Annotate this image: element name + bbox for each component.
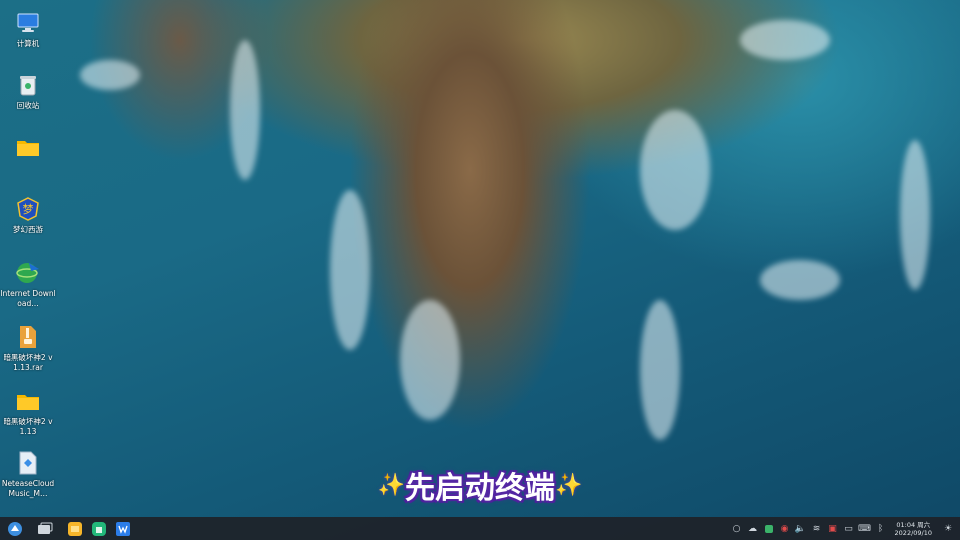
desktop-icon-label: NeteaseCloudMusic_M…: [1, 479, 55, 498]
clock-time: 01:04 周六: [896, 520, 931, 529]
screenshot-icon[interactable]: ▣: [825, 521, 841, 537]
desktop-icon-label: 回收站: [16, 101, 40, 110]
svg-text:梦: 梦: [23, 203, 34, 216]
search-icon[interactable]: ○: [729, 521, 745, 537]
brightness-icon[interactable]: ☀: [940, 521, 956, 537]
taskbar: ○ ☁ ◉ 🔈 ≋ ▣ ▭ ⌨ ᛒ 01:04 周六 2022/09/10 ☀: [0, 517, 960, 540]
desktop-icon-label: 计算机: [16, 39, 40, 48]
keyboard-icon[interactable]: ⌨: [857, 521, 873, 537]
bluetooth-icon[interactable]: ᛒ: [873, 521, 889, 537]
clock-date: 2022/09/10: [894, 528, 932, 537]
idm-icon: [15, 260, 41, 286]
clock[interactable]: 01:04 周六 2022/09/10: [895, 521, 932, 537]
writer-icon: [116, 521, 130, 536]
wifi-icon[interactable]: ≋: [809, 521, 825, 537]
launcher-icon: [8, 521, 22, 536]
record-icon[interactable]: ◉: [777, 521, 793, 537]
volume-icon[interactable]: 🔈: [793, 521, 809, 537]
cloud-icon[interactable]: ☁: [745, 521, 761, 537]
desktop-icon-folder[interactable]: [0, 134, 56, 163]
computer-icon: [15, 10, 41, 36]
desktop-icon-archive[interactable]: 暗黑破坏神2 v1.13.rar: [0, 324, 56, 373]
file-manager-button[interactable]: [64, 518, 86, 540]
multitask-view-icon: [38, 522, 53, 534]
launcher-button[interactable]: [4, 518, 26, 540]
folder-icon: [15, 134, 41, 160]
desktop-wallpaper: [0, 0, 960, 540]
green-app-icon[interactable]: [761, 521, 777, 537]
video-caption: ✨ 先启动终端 ✨: [350, 462, 610, 508]
sparkle-icon: ✨: [377, 472, 405, 498]
system-tray: ○ ☁ ◉ 🔈 ≋ ▣ ▭ ⌨ ᛒ 01:04 周六 2022/09/10 ☀: [729, 517, 960, 540]
desktop-icon-game[interactable]: 梦 梦幻西游: [0, 196, 56, 235]
desktop-icon-label: 暗黑破坏神2 v1.13: [3, 417, 53, 436]
app-store-button[interactable]: [88, 518, 110, 540]
desktop-icon-installer[interactable]: NeteaseCloudMusic_M…: [0, 450, 56, 499]
sparkle-icon: ✨: [555, 472, 583, 498]
desktop-icon-label: 梦幻西游: [13, 225, 43, 234]
folder-icon: [15, 388, 41, 414]
desktop-icon-trash[interactable]: 回收站: [0, 72, 56, 111]
file-manager-icon: [68, 521, 82, 536]
archive-icon: [15, 324, 41, 350]
desktop-icon-computer[interactable]: 计算机: [0, 10, 56, 49]
desktop-icon-label: 暗黑破坏神2 v1.13.rar: [3, 353, 53, 372]
trash-icon: [15, 72, 41, 98]
desktop-icon-label: Internet Download…: [0, 289, 56, 308]
installer-icon: [15, 450, 41, 476]
desktop-icon-idm[interactable]: Internet Download…: [0, 260, 56, 309]
multitask-view-button[interactable]: [34, 518, 56, 540]
caption-text: 先启动终端: [405, 471, 555, 506]
desktop-icon-folder[interactable]: 暗黑破坏神2 v1.13: [0, 388, 56, 437]
game-icon: 梦: [15, 196, 41, 222]
display-icon[interactable]: ▭: [841, 521, 857, 537]
writer-button[interactable]: [112, 518, 134, 540]
app-store-icon: [92, 521, 106, 536]
